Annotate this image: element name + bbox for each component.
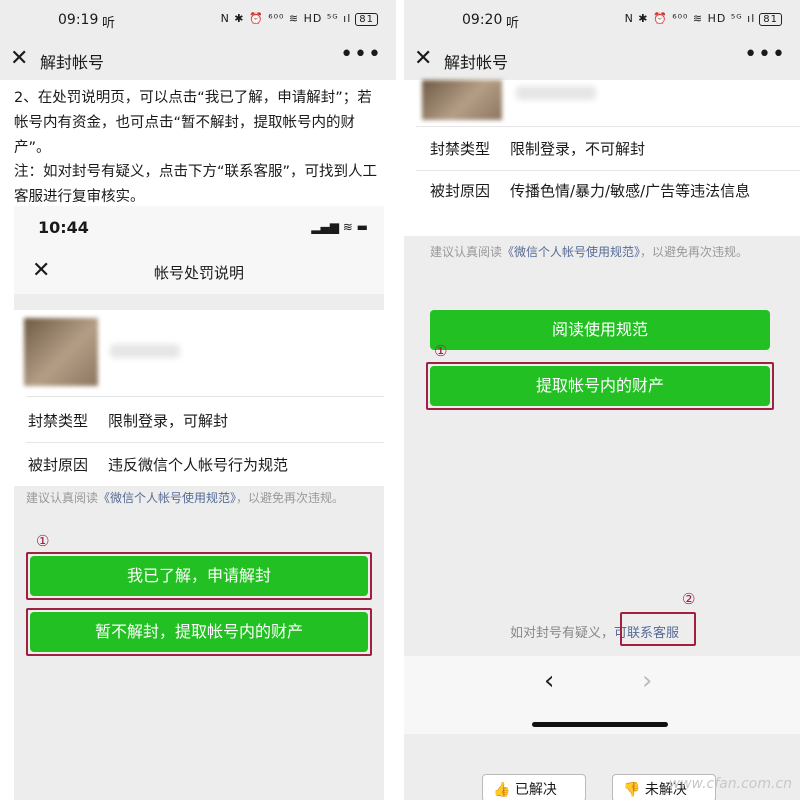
resolved-button[interactable]: 👍 已解决 [482, 774, 586, 800]
blurred-nickname [516, 86, 596, 100]
back-icon[interactable]: ‹ [544, 666, 554, 696]
ban-type-row: 封禁类型 限制登录，可解封 [28, 410, 368, 431]
avatar [422, 80, 502, 120]
rules-note: 建议认真阅读《微信个人帐号使用规范》，以避免再次违规。 [430, 242, 776, 263]
inner-status-time: 10:44 [38, 218, 89, 237]
read-rules-button[interactable]: 阅读使用规范 [430, 310, 770, 350]
signal-icons: N ✱ ⏰ ⁶⁰⁰ ≋ HD ⁵ᴳ ıl [220, 12, 352, 25]
close-icon[interactable]: ✕ [414, 46, 432, 71]
home-indicator [532, 722, 668, 727]
more-icon[interactable]: ••• [340, 42, 382, 67]
avatar [24, 318, 98, 386]
withdraw-assets-button[interactable]: 提取帐号内的财产 [430, 366, 770, 406]
ban-reason-row: 被封原因 传播色情/暴力/敏感/广告等违法信息 [430, 180, 770, 202]
ban-reason-label: 被封原因 [28, 456, 89, 474]
step-marker-1: ① [434, 342, 448, 360]
more-icon[interactable]: ••• [744, 42, 786, 67]
divider [26, 442, 384, 443]
inner-status-bar: 10:44 ▂▄▆ ≋ ▬ [14, 206, 384, 250]
instruction-paragraph: 2、在处罚说明页，可以点击“我已了解，申请解封”；若帐号内有资金，也可点击“暂不… [14, 90, 372, 156]
status-time: 09:20 [462, 12, 503, 28]
page-title: 解封帐号 [40, 53, 105, 72]
ban-type-label: 封禁类型 [28, 412, 89, 430]
status-icons: N ✱ ⏰ ⁶⁰⁰ ≋ HD ⁵ᴳ ıl 81 [625, 12, 782, 26]
forward-icon[interactable]: › [642, 666, 652, 696]
account-card: 封禁类型 限制登录，不可解封 被封原因 传播色情/暴力/敏感/广告等违法信息 [404, 80, 800, 236]
status-symbol: 听 [102, 16, 116, 31]
highlight-frame [620, 612, 696, 646]
withdraw-assets-button[interactable]: 暂不解封，提取帐号内的财产 [30, 612, 368, 652]
ban-type-label: 封禁类型 [430, 140, 491, 158]
inner-page-title: 帐号处罚说明 [153, 264, 244, 282]
inner-nav: ✕ 帐号处罚说明 [14, 250, 384, 294]
note-suffix: ，以避免再次违规。 [640, 245, 749, 259]
status-time: 09:19 [58, 12, 99, 28]
rules-link[interactable]: 《微信个人帐号使用规范》 [502, 245, 640, 259]
status-bar: 09:20 听 N ✱ ⏰ ⁶⁰⁰ ≋ HD ⁵ᴳ ıl 81 [404, 0, 800, 40]
divider [26, 396, 384, 397]
note-prefix: 建议认真阅读 [26, 491, 99, 505]
battery-icon: 81 [759, 13, 782, 26]
close-icon[interactable]: ✕ [10, 46, 28, 71]
step-marker-2: ② [682, 590, 696, 608]
inner-status-icons: ▂▄▆ ≋ ▬ [311, 220, 368, 234]
watermark: www.cfan.com.cn [668, 776, 792, 792]
top-nav: ✕ 解封帐号 ••• [0, 40, 396, 80]
ban-reason-value: 传播色情/暴力/敏感/广告等违法信息 [510, 182, 751, 200]
blurred-nickname [110, 344, 180, 358]
divider [416, 126, 800, 127]
top-nav: ✕ 解封帐号 ••• [404, 40, 800, 80]
ban-reason-row: 被封原因 违反微信个人帐号行为规范 [28, 454, 368, 475]
account-card: 封禁类型 限制登录，可解封 被封原因 违反微信个人帐号行为规范 [14, 310, 384, 486]
note-prefix: 建议认真阅读 [430, 245, 503, 259]
article-body: 2、在处罚说明页，可以点击“我已了解，申请解封”；若帐号内有资金，也可点击“暂不… [0, 80, 396, 800]
ban-reason-value: 违反微信个人帐号行为规范 [108, 456, 289, 474]
status-symbol: 听 [506, 16, 520, 31]
bottom-toolbar: ‹ › [404, 656, 800, 734]
divider [416, 170, 800, 171]
rules-note: 建议认真阅读《微信个人帐号使用规范》，以避免再次违规。 [26, 488, 372, 509]
note-suffix: ，以避免再次违规。 [236, 491, 345, 505]
note-paragraph: 注：如对封号有疑义，点击下方“联系客服”，可找到人工客服进行复审核实。 [14, 164, 378, 205]
battery-icon: 81 [355, 13, 378, 26]
apply-unban-button[interactable]: 我已了解，申请解封 [30, 556, 368, 596]
left-phone-screen: 09:19 听 N ✱ ⏰ ⁶⁰⁰ ≋ HD ⁵ᴳ ıl 81 ✕ 解封帐号 ••… [0, 0, 396, 800]
ban-type-value: 限制登录，可解封 [108, 412, 229, 430]
status-icons: N ✱ ⏰ ⁶⁰⁰ ≋ HD ⁵ᴳ ıl 81 [221, 12, 378, 26]
embedded-screenshot: 10:44 ▂▄▆ ≋ ▬ ✕ 帐号处罚说明 封禁类型 限制登录，可解封 被封原因… [14, 206, 384, 800]
ban-reason-label: 被封原因 [430, 182, 491, 200]
ban-type-value: 限制登录，不可解封 [510, 140, 646, 158]
step-marker-1: ① [36, 532, 50, 550]
signal-icons: N ✱ ⏰ ⁶⁰⁰ ≋ HD ⁵ᴳ ıl [624, 12, 756, 25]
page-title: 解封帐号 [444, 53, 509, 72]
status-bar: 09:19 听 N ✱ ⏰ ⁶⁰⁰ ≋ HD ⁵ᴳ ıl 81 [0, 0, 396, 40]
contact-prefix: 如对封号有疑义， [510, 626, 615, 641]
right-phone-screen: 09:20 听 N ✱ ⏰ ⁶⁰⁰ ≋ HD ⁵ᴳ ıl 81 ✕ 解封帐号 ••… [404, 0, 800, 800]
panel-divider [396, 0, 404, 800]
rules-link[interactable]: 《微信个人帐号使用规范》 [98, 491, 236, 505]
ban-type-row: 封禁类型 限制登录，不可解封 [430, 138, 770, 159]
